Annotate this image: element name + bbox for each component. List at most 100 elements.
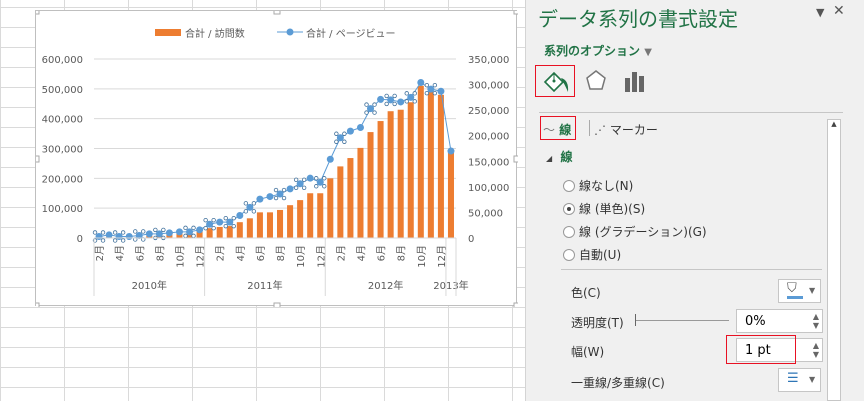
selection-handle (120, 238, 126, 243)
selection-handle (293, 177, 299, 182)
x-month-label: 4月 (114, 245, 126, 261)
x-month-label: 2月 (215, 245, 227, 261)
line-marker (286, 185, 294, 193)
close-icon[interactable]: ✕ (833, 3, 845, 19)
bar (317, 193, 324, 238)
bar (287, 205, 294, 238)
pane-scrollbar[interactable]: ▲ (827, 119, 841, 401)
selection-handle (161, 227, 166, 233)
bar (417, 85, 424, 238)
color-swatch (787, 296, 803, 299)
y-left-tick-label: 0 (77, 234, 83, 245)
bar (236, 222, 243, 238)
transparency-slider[interactable] (636, 320, 729, 321)
y-right-tick-label: 50,000 (468, 208, 503, 219)
chart-resize-handle (36, 302, 40, 307)
bar (226, 226, 233, 238)
selection-handle (412, 99, 417, 104)
spinner-arrows-icon[interactable]: ▲ ▼ (813, 312, 819, 330)
radio-button[interactable] (563, 226, 575, 238)
chevron-down-icon: ▼ (809, 375, 816, 384)
radio-gradient-line[interactable]: 線 (グラデーション)(G) (563, 223, 707, 240)
selection-handle (243, 201, 249, 206)
bar (337, 166, 344, 238)
bar (246, 218, 253, 238)
line-marker (236, 211, 244, 219)
pane-title: データ系列の書式設定 (538, 7, 738, 31)
selection-handle (424, 90, 430, 96)
radio-solid-line[interactable]: 線 (単色)(S) (563, 200, 645, 217)
combo-chart[interactable]: 0 100,000 200,000 300,000 400,000 500,000 600,… (36, 11, 518, 307)
bar (277, 209, 284, 238)
selection-handle (392, 93, 397, 99)
line-section-header[interactable]: ◢ 線 (546, 148, 573, 165)
selection-handle (364, 110, 369, 115)
selection-handle (404, 91, 409, 96)
y-left-tick-label: 500,000 (42, 85, 83, 96)
pane-options-dropdown-icon[interactable]: ▼ (816, 6, 824, 19)
line-marker (326, 155, 334, 163)
radio-no-line[interactable]: 線なし(N) (563, 177, 633, 194)
tab-line-label: 線 (559, 123, 572, 137)
selection-handle (281, 195, 287, 201)
selection-handle (384, 93, 389, 99)
radio-button[interactable] (563, 180, 575, 192)
x-month-label: 4月 (355, 245, 367, 261)
divider (561, 269, 822, 270)
effects-pentagon-icon[interactable] (584, 68, 608, 94)
x-month-label: 2月 (94, 245, 106, 261)
compound-type-button[interactable]: ☰ ▼ (778, 368, 821, 392)
radio-button[interactable] (563, 249, 575, 261)
bar (297, 200, 304, 238)
selection-handle (153, 227, 158, 233)
y-right-tick-label: 300,000 (468, 81, 509, 92)
chart-resize-handle (273, 11, 281, 15)
line-marker (447, 147, 455, 155)
chart[interactable]: 0 100,000 200,000 300,000 400,000 500,000 600,… (35, 10, 518, 307)
selection-handle (203, 217, 208, 223)
bar (387, 111, 394, 238)
chart-resize-handle (36, 11, 40, 15)
tab-line[interactable]: 〜 線 (543, 121, 571, 138)
color-picker-button[interactable]: ⛉ ▼ (778, 279, 821, 303)
radio-label: 線 (単色)(S) (579, 202, 646, 216)
selection-handle (404, 99, 409, 104)
selection-handle (120, 230, 126, 235)
scroll-up-icon[interactable]: ▲ (828, 120, 840, 128)
y-right-tick-label: 350,000 (468, 55, 509, 66)
fill-line-icon[interactable] (541, 68, 571, 96)
radio-automatic[interactable]: 自動(U) (563, 246, 621, 263)
selection-handle (191, 225, 196, 231)
bar (367, 132, 374, 238)
selection-handle (133, 229, 138, 234)
x-year-label: 2010年 (132, 279, 167, 292)
selection-handle (203, 225, 208, 231)
legend-bar-swatch (155, 29, 181, 36)
chart-resize-handle (513, 11, 518, 15)
y-right-tick-label: 250,000 (468, 106, 509, 117)
x-month-label: 8月 (396, 245, 408, 261)
legend-label: 合計 / 訪問数 (185, 27, 245, 40)
spinner-arrows-icon[interactable]: ▲ ▼ (813, 341, 819, 359)
width-input-highlight (726, 335, 796, 364)
transparency-input[interactable]: 0% ▲ ▼ (736, 309, 823, 333)
selection-handle (372, 102, 377, 107)
y-right-tick-label: 0 (468, 234, 474, 245)
y-left-tick-label: 400,000 (42, 115, 83, 126)
line-marker (216, 218, 224, 226)
series-options-bar-icon[interactable] (624, 70, 646, 92)
radio-button[interactable] (563, 203, 575, 215)
collapse-triangle-icon: ◢ (546, 154, 553, 163)
line-marker (266, 193, 274, 201)
selection-handle (342, 131, 347, 136)
series-options-dropdown[interactable]: 系列のオプション ▼ (544, 42, 652, 59)
x-month-label: 10月 (295, 245, 307, 268)
selection-handle (100, 238, 106, 243)
selection-handle (314, 184, 319, 189)
selection-handle (251, 209, 257, 214)
line-marker (306, 174, 314, 182)
tab-marker[interactable]: ⋰ マーカー (594, 121, 658, 138)
x-year-label: 2013年 (433, 279, 468, 292)
selection-handle (183, 233, 188, 239)
line-marker (256, 195, 264, 203)
